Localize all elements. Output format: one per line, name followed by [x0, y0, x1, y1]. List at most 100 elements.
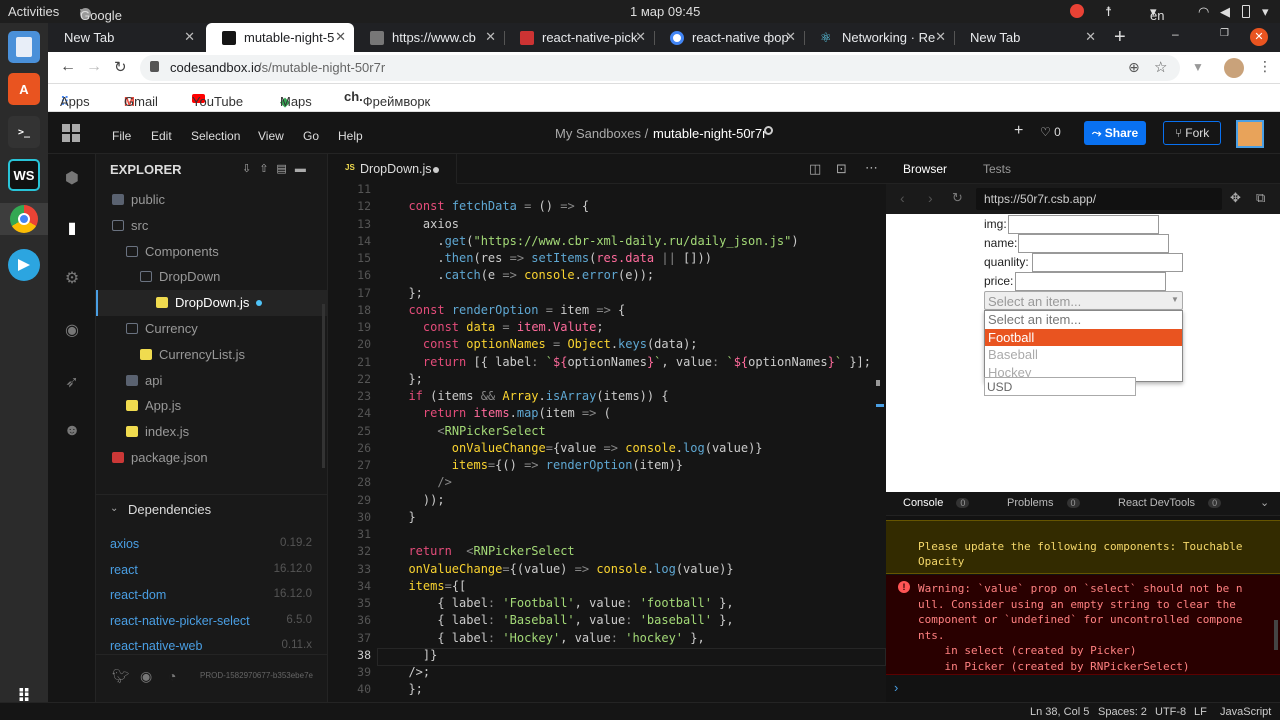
file-tree-item[interactable]: Components	[96, 239, 328, 265]
clock[interactable]: 1 мар 09:45	[630, 4, 700, 19]
encoding[interactable]: UTF-8	[1155, 706, 1186, 718]
tab-tests[interactable]: Tests	[983, 162, 1011, 176]
price-input[interactable]	[1015, 272, 1166, 291]
privacy-globe-icon[interactable]	[764, 126, 773, 135]
tab-cbr[interactable]: https://www.cb ✕	[354, 23, 504, 52]
file-tree-item[interactable]: App.js	[96, 393, 328, 419]
code-line[interactable]: return <RNPickerSelect	[394, 544, 574, 558]
share-button[interactable]: ⤳ Share	[1084, 121, 1146, 145]
dependency-item[interactable]: react 16.12.0	[96, 563, 328, 583]
open-new-window-icon[interactable]: ⧉	[1256, 190, 1265, 206]
code-line[interactable]: onValueChange={(value) => console.log(va…	[394, 562, 733, 576]
code-line[interactable]: return items.map(item => (	[394, 406, 611, 420]
explorer-files-icon[interactable]: ▮	[62, 218, 82, 238]
preview-refresh-icon[interactable]: ↻	[952, 190, 963, 206]
tab-npm[interactable]: react-native-pick ✕	[504, 23, 654, 52]
dependency-item[interactable]: react-dom 16.12.0	[96, 588, 328, 608]
code-line[interactable]: const fetchData = () => {	[394, 199, 589, 213]
more-icon[interactable]: ⋯	[865, 160, 878, 176]
code-line[interactable]: const data = item.Valute;	[394, 320, 604, 334]
activities-button[interactable]: Activities	[8, 4, 59, 19]
code-line[interactable]: const optionNames = Object.keys(data);	[394, 337, 698, 351]
breadcrumb-parent[interactable]: My Sandboxes /	[555, 126, 648, 141]
battery-icon[interactable]	[1242, 5, 1250, 18]
file-tree-item[interactable]: index.js	[96, 419, 328, 445]
menu-selection[interactable]: Selection	[191, 129, 240, 143]
code-line[interactable]: };	[394, 372, 422, 386]
tab-react-networking[interactable]: ⚛ Networking · Re ✕	[804, 23, 954, 52]
telegram-icon[interactable]	[8, 249, 40, 281]
menu-edit[interactable]: Edit	[151, 129, 172, 143]
spectrum-icon[interactable]: ◔	[168, 668, 176, 684]
code-line[interactable]: const renderOption = item => {	[394, 303, 625, 317]
chevron-down-icon[interactable]: ⌄	[1260, 496, 1269, 509]
codesandbox-logo-icon[interactable]	[62, 124, 80, 142]
preview-url-field[interactable]: https://50r7r.csb.app/	[976, 188, 1222, 210]
preview-icon[interactable]: ⊡	[836, 161, 847, 177]
file-tree-item[interactable]: Currency	[96, 316, 328, 342]
dependency-item[interactable]: axios 0.19.2	[96, 537, 328, 557]
close-icon[interactable]: ✕	[485, 29, 496, 45]
files-icon[interactable]	[8, 31, 40, 63]
code-line[interactable]: .get("https://www.cbr-xml-daily.ru/daily…	[394, 234, 798, 248]
code-line[interactable]: .catch(e => console.error(e));	[394, 268, 654, 282]
file-tree-item[interactable]: DropDown.js	[96, 290, 328, 317]
file-tree-item[interactable]: api	[96, 368, 328, 394]
add-icon[interactable]: ⊕	[1128, 59, 1140, 76]
tab-react-devtools[interactable]: React DevTools 0	[1118, 497, 1222, 509]
like-button[interactable]: ♡ 0	[1040, 125, 1061, 139]
file-tree-item[interactable]: DropDown	[96, 264, 328, 290]
code-line[interactable]: { label: 'Hockey', value: 'hockey' },	[394, 631, 704, 645]
volume-icon[interactable]: ◀	[1220, 4, 1230, 20]
chrome-icon[interactable]	[0, 203, 48, 235]
app-menu[interactable]: Google Chrome ▾	[80, 4, 126, 38]
dropdown-option[interactable]: Baseball	[985, 346, 1182, 364]
indentation[interactable]: Spaces: 2	[1098, 706, 1147, 718]
wifi-icon[interactable]: ◠	[1198, 4, 1209, 20]
sandbox-title[interactable]: mutable-night-50r7r	[653, 126, 766, 141]
forward-icon[interactable]: →	[86, 58, 102, 76]
explorer-toolbar-icons[interactable]: ⇩⇧▤▬	[242, 162, 314, 175]
code-line[interactable]: items={() => renderOption(item)}	[394, 458, 683, 472]
window-close-icon[interactable]: ✕	[1250, 28, 1268, 46]
github-small-icon[interactable]: ◉	[140, 668, 152, 685]
file-tree-item[interactable]: public	[96, 187, 328, 213]
extension-icon[interactable]: ▼	[1192, 60, 1204, 74]
tab-google-search[interactable]: react-native фор ✕	[654, 23, 804, 52]
dependencies-title[interactable]: Dependencies	[128, 502, 211, 517]
store-icon[interactable]: A	[8, 73, 40, 105]
file-tree-item[interactable]: package.json	[96, 445, 328, 471]
tab-browser[interactable]: Browser	[903, 162, 947, 176]
devtools-icon[interactable]: ✥	[1230, 190, 1241, 206]
dropdown-option-selected[interactable]: Football	[985, 329, 1182, 346]
reload-icon[interactable]: ↻	[114, 58, 127, 76]
menu-go[interactable]: Go	[303, 129, 319, 143]
live-users-icon[interactable]: ☻	[62, 422, 82, 442]
preview-back-icon[interactable]: ‹	[900, 190, 905, 206]
maximize-icon[interactable]: ❐	[1220, 28, 1229, 39]
bookmark-framework[interactable]: ch. Фреймворк V...	[344, 89, 430, 124]
omnibox[interactable]: codesandbox.io /s/mutable-night-50r7r ⊕ …	[140, 55, 1180, 81]
chrome-menu-icon[interactable]: ⋮	[1258, 58, 1272, 75]
cursor-position[interactable]: Ln 38, Col 5	[1030, 706, 1089, 718]
deploy-rocket-icon[interactable]: ➶	[62, 372, 82, 392]
menu-help[interactable]: Help	[338, 129, 363, 143]
picker-select[interactable]: Select an item... ▼	[984, 291, 1183, 310]
add-plus-icon[interactable]: +	[1014, 122, 1023, 140]
file-tree-item[interactable]: src	[96, 213, 328, 239]
line-ending[interactable]: LF	[1194, 706, 1207, 718]
twitter-icon[interactable]: 🐦︎	[112, 668, 130, 685]
webstorm-icon[interactable]: WS	[8, 159, 40, 191]
language-indicator[interactable]: en ▾	[1150, 4, 1164, 23]
dropdown-option[interactable]: Select an item...	[985, 311, 1182, 329]
code-line[interactable]: <RNPickerSelect	[394, 424, 545, 438]
img-input[interactable]	[1008, 215, 1159, 234]
new-tab-plus-icon[interactable]: +	[1114, 26, 1126, 49]
editor-tab-dropdown-js[interactable]: JS DropDown.js	[329, 154, 457, 184]
tab-new-tab-1[interactable]: New Tab ✕	[48, 23, 203, 52]
recorder-icon[interactable]	[1070, 4, 1084, 18]
preview-forward-icon[interactable]: ›	[928, 190, 933, 206]
code-line[interactable]: .then(res => setItems(res.data || []))	[394, 251, 712, 265]
name-input[interactable]	[1018, 234, 1169, 253]
terminal-icon[interactable]: >_	[8, 116, 40, 148]
